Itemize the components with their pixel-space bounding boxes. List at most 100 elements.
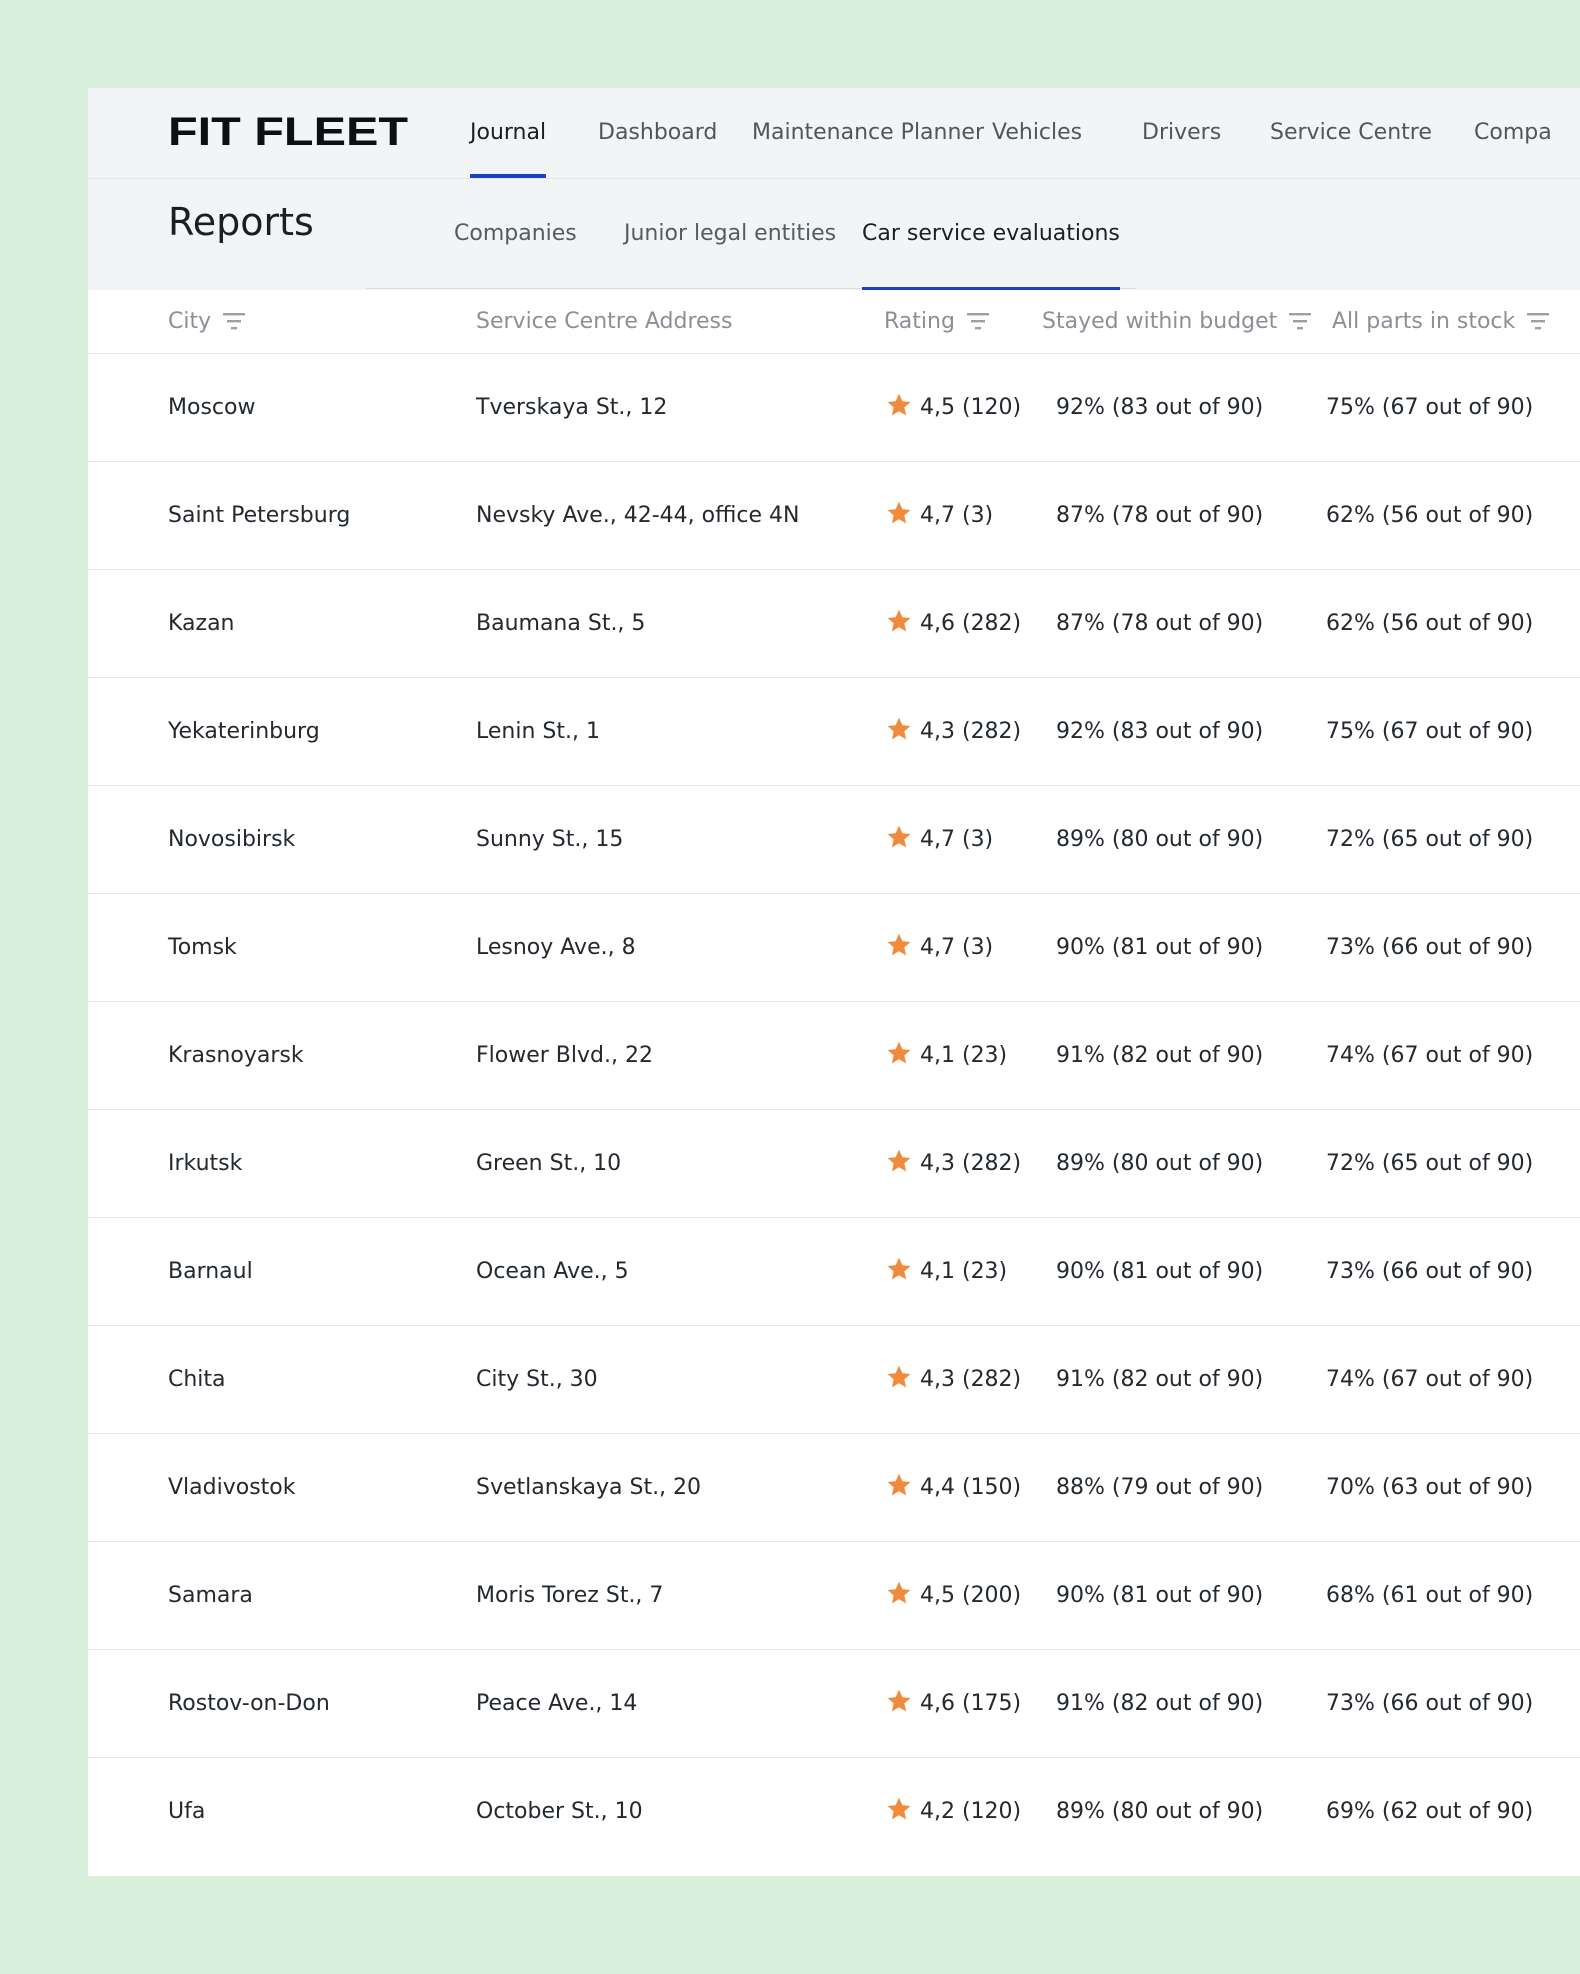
table-row[interactable]: Kazan Baumana St., 5 4,6 (282) 87% (78 o…: [88, 570, 1580, 678]
table-row[interactable]: Tomsk Lesnoy Ave., 8 4,7 (3) 90% (81 out…: [88, 894, 1580, 1002]
rating-value: 4,5 (120): [920, 395, 1022, 420]
top-navigation-bar: FIT FLEET Journal Dashboard Maintenance …: [88, 88, 1580, 179]
table-row[interactable]: Irkutsk Green St., 10 4,3 (282) 89% (80 …: [88, 1110, 1580, 1218]
table-header: City Service Centre Address Rating Staye…: [88, 290, 1580, 354]
table-row[interactable]: Novosibirsk Sunny St., 15 4,7 (3) 89% (8…: [88, 786, 1580, 894]
cell-address: Ocean Ave., 5: [476, 1259, 629, 1284]
cell-budget: 91% (82 out of 90): [1056, 1367, 1264, 1392]
table-row[interactable]: Barnaul Ocean Ave., 5 4,1 (23) 90% (81 o…: [88, 1218, 1580, 1326]
column-header-city[interactable]: City: [168, 290, 246, 353]
star-icon: [887, 1149, 911, 1172]
rating-value: 4,3 (282): [920, 1367, 1022, 1392]
star-icon: [887, 1041, 911, 1064]
table-row[interactable]: Chita City St., 30 4,3 (282) 91% (82 out…: [88, 1326, 1580, 1434]
cell-stock: 75% (67 out of 90): [1326, 395, 1534, 420]
cell-rating: 4,5 (200): [886, 1542, 1021, 1649]
cell-stock: 75% (67 out of 90): [1326, 719, 1534, 744]
cell-budget: 89% (80 out of 90): [1056, 1151, 1264, 1176]
column-header-label: Stayed within budget: [1042, 309, 1278, 334]
cell-address: City St., 30: [476, 1367, 598, 1392]
cell-rating: 4,3 (282): [886, 1326, 1021, 1433]
fit-fleet-logo[interactable]: FIT FLEET: [168, 112, 408, 152]
cell-stock: 70% (63 out of 90): [1326, 1475, 1534, 1500]
table-row[interactable]: Saint Petersburg Nevsky Ave., 42-44, off…: [88, 462, 1580, 570]
table-row[interactable]: Moscow Tverskaya St., 12 4,5 (120) 92% (…: [88, 354, 1580, 462]
star-icon: [887, 1689, 911, 1712]
cell-rating: 4,3 (282): [886, 1110, 1021, 1217]
filter-icon[interactable]: [1289, 311, 1312, 331]
nav-journal[interactable]: Journal: [470, 88, 547, 178]
cell-rating: 4,1 (23): [886, 1218, 1007, 1325]
table-row[interactable]: Rostov-on-Don Peace Ave., 14 4,6 (175) 9…: [88, 1650, 1580, 1758]
column-header-label: Rating: [884, 309, 955, 334]
cell-address: Tverskaya St., 12: [476, 395, 668, 420]
star-icon: [887, 1473, 911, 1496]
cell-rating: 4,6 (175): [886, 1650, 1021, 1757]
nav-maintenance-planner[interactable]: Maintenance Planner: [752, 88, 984, 178]
table-row[interactable]: Vladivostok Svetlanskaya St., 20 4,4 (15…: [88, 1434, 1580, 1542]
filter-icon[interactable]: [223, 311, 246, 331]
cell-stock: 73% (66 out of 90): [1326, 1691, 1534, 1716]
star-icon: [887, 1797, 911, 1820]
column-header-budget[interactable]: Stayed within budget: [1042, 290, 1312, 353]
filter-icon[interactable]: [966, 311, 989, 331]
cell-address: Sunny St., 15: [476, 827, 624, 852]
app-window: FIT FLEET Journal Dashboard Maintenance …: [88, 88, 1580, 1876]
table-row[interactable]: Yekaterinburg Lenin St., 1 4,3 (282) 92%…: [88, 678, 1580, 786]
cell-rating: 4,1 (23): [886, 1002, 1007, 1109]
column-header-label: Service Centre Address: [476, 309, 733, 334]
cell-rating: 4,7 (3): [886, 462, 993, 569]
filter-icon[interactable]: [1527, 311, 1550, 331]
rating-value: 4,2 (120): [920, 1799, 1022, 1824]
tab-junior-legal-entities[interactable]: Junior legal entities: [624, 179, 836, 289]
cell-rating: 4,2 (120): [886, 1758, 1021, 1865]
column-header-label: All parts in stock: [1332, 309, 1516, 334]
star-icon: [887, 933, 911, 956]
cell-city: Vladivostok: [168, 1475, 296, 1500]
cell-budget: 87% (78 out of 90): [1056, 503, 1264, 528]
cell-city: Chita: [168, 1367, 226, 1392]
cell-budget: 89% (80 out of 90): [1056, 827, 1264, 852]
rating-value: 4,1 (23): [920, 1043, 1008, 1068]
cell-address: Green St., 10: [476, 1151, 622, 1176]
nav-service-centre[interactable]: Service Centre: [1270, 88, 1432, 178]
rating-value: 4,6 (282): [920, 611, 1022, 636]
cell-stock: 62% (56 out of 90): [1326, 503, 1534, 528]
table-row[interactable]: Samara Moris Torez St., 7 4,5 (200) 90% …: [88, 1542, 1580, 1650]
cell-stock: 74% (67 out of 90): [1326, 1367, 1534, 1392]
cell-address: Moris Torez St., 7: [476, 1583, 664, 1608]
tab-companies[interactable]: Companies: [454, 179, 577, 289]
nav-vehicles[interactable]: Vehicles: [992, 88, 1082, 178]
column-header-stock[interactable]: All parts in stock: [1332, 290, 1550, 353]
rating-value: 4,3 (282): [920, 1151, 1022, 1176]
cell-budget: 92% (83 out of 90): [1056, 395, 1264, 420]
rating-value: 4,7 (3): [920, 827, 994, 852]
cell-city: Krasnoyarsk: [168, 1043, 304, 1068]
rating-value: 4,1 (23): [920, 1259, 1008, 1284]
star-icon: [887, 501, 911, 524]
cell-budget: 90% (81 out of 90): [1056, 935, 1264, 960]
cell-address: Baumana St., 5: [476, 611, 646, 636]
cell-address: Flower Blvd., 22: [476, 1043, 653, 1068]
nav-drivers[interactable]: Drivers: [1142, 88, 1221, 178]
cell-budget: 88% (79 out of 90): [1056, 1475, 1264, 1500]
tab-car-service-evaluations[interactable]: Car service evaluations: [862, 179, 1120, 290]
cell-address: October St., 10: [476, 1799, 643, 1824]
cell-city: Yekaterinburg: [168, 719, 320, 744]
cell-rating: 4,5 (120): [886, 354, 1021, 461]
table-row[interactable]: Krasnoyarsk Flower Blvd., 22 4,1 (23) 91…: [88, 1002, 1580, 1110]
table-row[interactable]: Ufa October St., 10 4,2 (120) 89% (80 ou…: [88, 1758, 1580, 1865]
nav-companies[interactable]: Compa: [1474, 88, 1552, 178]
cell-budget: 90% (81 out of 90): [1056, 1259, 1264, 1284]
star-icon: [887, 1257, 911, 1280]
nav-dashboard[interactable]: Dashboard: [598, 88, 717, 178]
rating-value: 4,7 (3): [920, 935, 994, 960]
cell-address: Lesnoy Ave., 8: [476, 935, 636, 960]
cell-budget: 90% (81 out of 90): [1056, 1583, 1264, 1608]
column-header-rating[interactable]: Rating: [884, 290, 989, 353]
rating-value: 4,7 (3): [920, 503, 994, 528]
cell-city: Tomsk: [168, 935, 237, 960]
star-icon: [887, 717, 911, 740]
star-icon: [887, 1581, 911, 1604]
cell-stock: 68% (61 out of 90): [1326, 1583, 1534, 1608]
